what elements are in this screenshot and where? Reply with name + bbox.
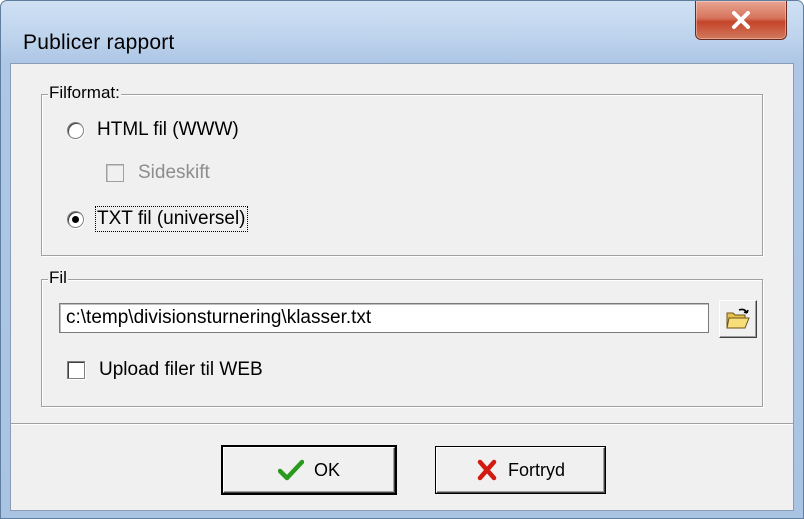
cancel-button-label: Fortryd: [507, 459, 565, 480]
checkmark-icon: [277, 459, 304, 481]
cancel-button[interactable]: Fortryd: [436, 447, 605, 493]
browse-button[interactable]: [719, 300, 757, 338]
filformat-caption: Filformat:: [48, 83, 121, 103]
html-radio-button[interactable]: [67, 121, 84, 139]
close-button[interactable]: [695, 1, 787, 40]
window-title: Publicer rapport: [23, 31, 175, 54]
dialog-window: Publicer rapport Filformat: HTML fil (WW…: [0, 0, 804, 519]
title-bar[interactable]: Publicer rapport: [1, 1, 803, 63]
open-folder-icon: [726, 308, 750, 329]
upload-checkbox[interactable]: [67, 361, 85, 379]
fil-group: Fil Upload filer til WEB: [41, 268, 763, 407]
txt-radio-button[interactable]: [67, 210, 84, 228]
filformat-group: Filformat: HTML fil (WWW) Sideskift TXT …: [41, 83, 763, 256]
ok-button[interactable]: OK: [223, 447, 395, 493]
close-icon: [732, 11, 750, 29]
txt-radio-label: TXT fil (universel): [95, 206, 248, 232]
fil-caption: Fil: [48, 268, 68, 288]
sideskift-checkbox: [106, 164, 124, 182]
button-separator: [11, 423, 793, 425]
html-radio-option[interactable]: HTML fil (WWW): [67, 119, 239, 141]
txt-radio-option[interactable]: TXT fil (universel): [67, 206, 248, 232]
file-path-input[interactable]: [59, 303, 709, 333]
dialog-client-area: Filformat: HTML fil (WWW) Sideskift TXT …: [10, 63, 794, 511]
upload-checkbox-option[interactable]: Upload filer til WEB: [67, 359, 263, 381]
sideskift-label: Sideskift: [138, 162, 210, 183]
html-radio-label: HTML fil (WWW): [97, 119, 239, 140]
red-x-icon: [477, 459, 497, 481]
sideskift-checkbox-option: Sideskift: [106, 162, 210, 184]
ok-button-label: OK: [313, 459, 340, 480]
upload-label: Upload filer til WEB: [99, 359, 263, 380]
